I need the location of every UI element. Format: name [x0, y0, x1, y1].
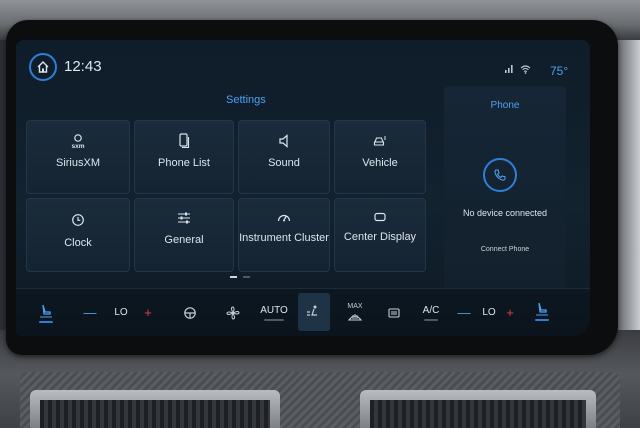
auto-climate-button[interactable]: AUTO	[256, 297, 292, 329]
wifi-icon	[520, 64, 531, 74]
tile-label: Sound	[268, 157, 300, 169]
settings-title: Settings	[226, 94, 266, 106]
connect-phone-button[interactable]: Connect Phone	[444, 246, 566, 253]
page-dot	[243, 276, 250, 278]
airflow-icon	[306, 304, 322, 320]
tile-label: Instrument Cluster	[239, 232, 329, 244]
passenger-temp-down-button[interactable]: —	[456, 299, 472, 325]
ac-indicator	[424, 319, 438, 321]
page-dot-active	[230, 276, 237, 278]
clock-icon	[27, 213, 129, 229]
tile-clock[interactable]: Clock	[26, 198, 130, 272]
air-vent-left	[30, 390, 280, 428]
tile-center-display[interactable]: Center Display	[334, 198, 426, 272]
phone-button[interactable]	[483, 158, 517, 192]
airflow-mode-button[interactable]	[298, 293, 330, 331]
passenger-temp-value: LO	[482, 306, 496, 318]
driver-seat-heat-button[interactable]	[34, 297, 58, 329]
seat-heat-icon	[534, 302, 550, 316]
air-vent-right	[360, 390, 596, 428]
status-time: 12:43	[64, 58, 102, 75]
siriusxm-icon: sxm	[27, 133, 129, 149]
phone-status: No device connected	[462, 208, 548, 218]
network-icon	[504, 64, 514, 74]
auto-indicator	[264, 319, 284, 321]
driver-temp-up-button[interactable]: +	[140, 299, 156, 325]
speaker-icon	[239, 133, 329, 149]
front-defrost-icon	[347, 310, 363, 322]
driver-temp-down-button[interactable]: —	[82, 299, 98, 325]
tile-label: General	[164, 234, 204, 246]
tile-label: Phone List	[158, 157, 210, 169]
seat-heat-level	[39, 320, 53, 323]
svg-text:sxm: sxm	[71, 143, 84, 149]
driver-temp-value: LO	[114, 306, 128, 318]
gauge-icon	[239, 211, 329, 227]
rear-defrost-icon	[387, 307, 401, 319]
seat-heat-level	[535, 318, 549, 321]
tile-label: Center Display	[343, 231, 417, 243]
status-icons	[504, 64, 531, 76]
tile-siriusxm[interactable]: sxm SiriusXM	[26, 120, 130, 194]
tile-phone-list[interactable]: Phone List	[134, 120, 234, 194]
outside-temperature: 75°	[550, 64, 569, 78]
passenger-seat-heat-button[interactable]	[530, 295, 554, 327]
auto-label: AUTO	[260, 305, 288, 316]
fan-button[interactable]	[220, 297, 246, 329]
home-button[interactable]	[29, 53, 57, 81]
max-defrost-button[interactable]: MAX	[338, 293, 372, 331]
rear-defrost-button[interactable]	[380, 297, 408, 329]
fan-icon	[225, 305, 241, 321]
phone-list-icon	[135, 133, 233, 149]
ac-button[interactable]: A/C	[418, 297, 444, 329]
infotainment-screen: 12:43 75° Settings sxm SiriusXM Phone Li…	[16, 40, 590, 336]
tile-label: Clock	[64, 237, 92, 249]
climate-bar: — LO + AUTO MAX A/C — LO +	[16, 288, 590, 336]
phone-title: Phone	[490, 100, 520, 111]
steering-wheel-heat-icon	[183, 306, 197, 320]
tile-general[interactable]: General	[134, 198, 234, 272]
steering-heat-button[interactable]	[178, 297, 202, 329]
tile-instrument-cluster[interactable]: Instrument Cluster	[238, 198, 330, 272]
tile-label: SiriusXM	[55, 157, 100, 169]
passenger-temp-up-button[interactable]: +	[502, 299, 518, 325]
max-label: MAX	[347, 302, 363, 310]
sliders-icon	[135, 211, 233, 227]
tile-sound[interactable]: Sound	[238, 120, 330, 194]
phone-panel: Phone No device connected Connect Phone	[444, 86, 566, 296]
ac-label: A/C	[422, 305, 440, 316]
tile-label: Vehicle	[362, 157, 398, 169]
home-icon	[36, 60, 50, 74]
page-indicator	[230, 276, 250, 278]
vehicle-icon	[335, 133, 425, 149]
phone-icon	[493, 168, 507, 182]
display-icon	[335, 211, 425, 227]
tile-vehicle[interactable]: Vehicle	[334, 120, 426, 194]
seat-heat-icon	[38, 304, 54, 318]
